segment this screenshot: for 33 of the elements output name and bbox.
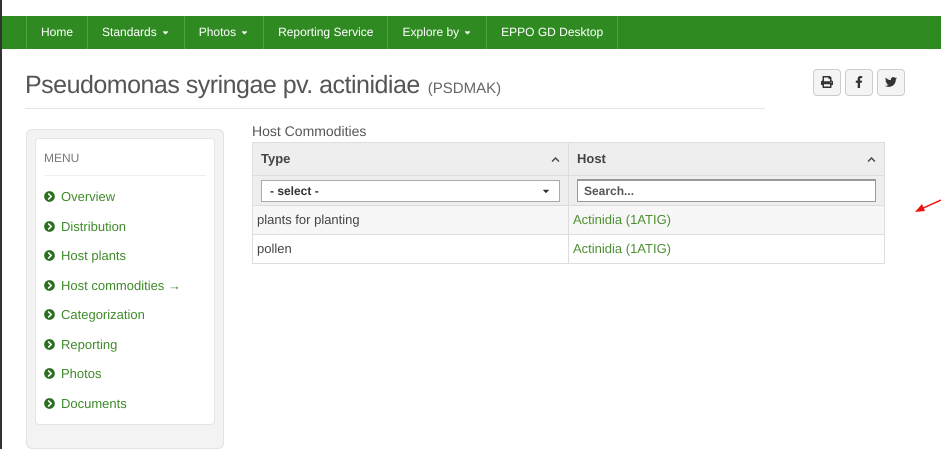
arrow-icon — [913, 198, 941, 214]
table-cell: pollen — [252, 234, 568, 264]
host-link[interactable]: Actinidia (1ATIG) — [568, 234, 884, 264]
menu-item[interactable]: Reporting — [44, 330, 206, 359]
page-title: Pseudomonas syringae pv. actinidiae — [25, 70, 420, 100]
nav-link[interactable]: Explore by — [387, 16, 486, 48]
menu-item[interactable]: Documents — [44, 388, 206, 418]
column-header[interactable]: Host — [568, 142, 884, 176]
column-header[interactable]: Type — [252, 142, 568, 176]
nav-link[interactable]: Home — [26, 16, 88, 48]
print-button[interactable] — [813, 68, 841, 96]
nav-link[interactable]: Photos — [184, 16, 264, 48]
menu-item[interactable]: Categorization — [44, 300, 206, 330]
facebook-button[interactable] — [845, 68, 873, 96]
menu-item[interactable]: Distribution — [44, 212, 206, 241]
pest-code: (PSDMAK) — [428, 78, 502, 98]
sort-icon — [551, 154, 560, 164]
menu-item[interactable]: Host plants — [44, 241, 206, 270]
bird-icon — [885, 76, 897, 88]
nav-link[interactable]: EPPO GD Desktop — [486, 16, 618, 48]
type-select[interactable]: - select - — [261, 180, 560, 202]
menu-item[interactable]: Photos — [44, 359, 206, 388]
search-field[interactable]: Search... — [577, 179, 876, 202]
menu-item[interactable]: Overview — [44, 182, 206, 212]
menu-item[interactable]: Host commodities → — [44, 270, 206, 300]
sort-icon — [867, 154, 876, 164]
twitter-button[interactable] — [877, 68, 905, 96]
f-letter-icon — [853, 76, 865, 88]
section-title: Host Commodities — [252, 122, 368, 141]
print-icon — [821, 76, 833, 88]
nav-link[interactable]: Reporting Service — [263, 16, 388, 48]
nav-link[interactable]: Standards — [87, 16, 184, 48]
menu-heading: MENU — [44, 139, 206, 176]
